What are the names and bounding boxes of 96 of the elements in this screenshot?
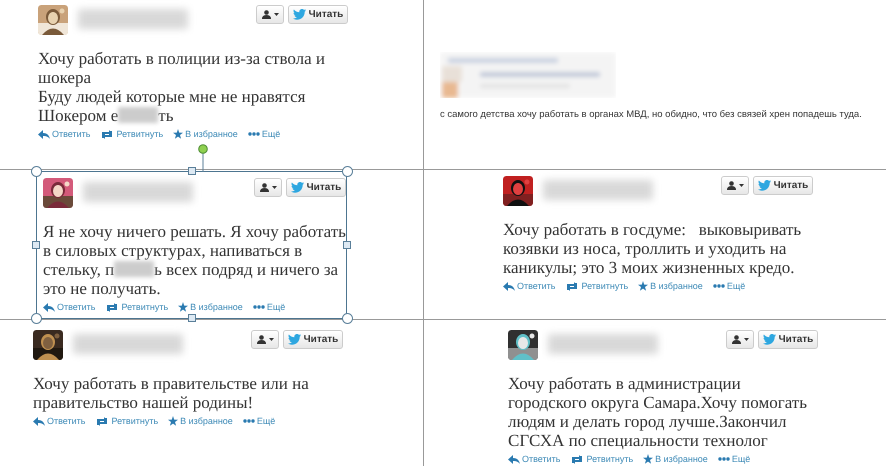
action-link[interactable]: Ретвитнуть <box>565 281 628 291</box>
caret-icon <box>272 186 276 189</box>
more-icon <box>712 284 725 288</box>
tweet-text: ть <box>158 106 174 125</box>
retweet-icon <box>105 302 120 312</box>
star-icon <box>643 454 654 464</box>
more-icon <box>252 305 265 309</box>
action-link[interactable]: Ответить <box>38 129 90 139</box>
tweet-text-line: СГСХА по специальности технолог <box>508 431 768 450</box>
action-link[interactable]: Ретвитнуть <box>570 454 634 464</box>
person-icon <box>262 10 270 19</box>
person-icon <box>260 183 268 192</box>
tweet-text-line: Хочу работать в полиции из-за ствола и <box>38 49 326 68</box>
follow-button[interactable]: Читать <box>283 330 343 349</box>
tweet-text-line: каникулы; это 3 моих жизненных кредо. <box>503 258 795 277</box>
star-icon <box>168 416 178 426</box>
tweet-text-line: это не получать. <box>43 279 161 298</box>
tweet-text-line: правительство нашей родины! <box>33 393 254 412</box>
action-link[interactable]: В избранное <box>643 454 708 464</box>
person-icon <box>732 335 740 344</box>
star-icon <box>638 281 648 291</box>
follow-button[interactable]: Читать <box>758 330 818 349</box>
follow-button[interactable]: Читать <box>753 176 813 195</box>
caret-icon <box>268 338 274 341</box>
censored-word <box>118 107 158 123</box>
action-link[interactable]: Ретвитнуть <box>105 302 168 312</box>
action-link[interactable]: Ответить <box>43 302 96 312</box>
more-icon <box>718 457 730 461</box>
action-link[interactable]: В избранное <box>178 302 243 312</box>
action-link[interactable]: Ответить <box>508 454 560 464</box>
resize-handle[interactable] <box>188 314 196 322</box>
action-link[interactable]: В избранное <box>168 416 233 426</box>
tweet-text-line: Хочу работать в администрации <box>508 374 741 393</box>
tweet-text-line: Хочу работать в правительстве или на <box>33 374 309 393</box>
user-menu-button[interactable] <box>254 178 282 197</box>
resize-handle[interactable] <box>188 167 196 175</box>
censored-word <box>114 261 154 277</box>
action-link[interactable]: Ответить <box>503 281 556 291</box>
post-text: с самого детства хочу работать в органах МВД, но обидно, что без связей хрен попадешь туда. <box>440 109 862 120</box>
retweet-icon <box>570 454 584 464</box>
user-menu-button[interactable] <box>251 330 279 349</box>
tweet-text-line: Хочу работать в госдуме: выковыривать <box>503 220 802 239</box>
resize-handle[interactable] <box>32 241 40 249</box>
follow-button[interactable]: Читать <box>288 5 348 24</box>
retweet-icon <box>100 130 114 138</box>
star-icon <box>173 129 184 139</box>
resize-handle[interactable] <box>343 241 351 249</box>
resize-handle[interactable] <box>31 313 42 324</box>
bird-icon <box>288 334 301 345</box>
user-menu-button[interactable] <box>256 5 284 24</box>
reply-icon <box>33 416 45 426</box>
rotate-handle[interactable] <box>198 144 208 172</box>
tweet-text: стельку, п <box>43 260 114 279</box>
tweet-text-line: людям и делать город лучше.Закончил <box>508 412 786 431</box>
more-icon <box>248 132 260 136</box>
tweet-text-line: городского округа Самара.Хочу помогать <box>508 393 807 412</box>
tweet-text-line: козявки из носа, троллить и уходить на <box>503 239 786 258</box>
reply-icon <box>503 282 515 290</box>
resize-handle[interactable] <box>342 166 353 177</box>
tweet-text: ь всех подряд и ничего за <box>154 260 338 279</box>
user-menu-button[interactable] <box>721 176 749 195</box>
follow-button[interactable]: Читать <box>286 178 346 197</box>
user-menu-button[interactable] <box>726 330 754 349</box>
action-link[interactable]: В избранное <box>173 129 238 139</box>
action-link[interactable]: В избранное <box>638 281 703 291</box>
caret-icon <box>738 184 744 187</box>
retweet-icon <box>95 416 110 426</box>
tweet-text-line: Я не хочу ничего решать. Я хочу работать <box>43 222 346 241</box>
action-link[interactable]: Ретвитнуть <box>95 416 158 426</box>
more-icon <box>242 419 255 423</box>
resize-handle[interactable] <box>342 313 353 324</box>
star-icon <box>178 302 188 312</box>
caret-icon <box>274 13 278 16</box>
tweet-text-line: в силовых структурах, напиваться в <box>43 241 302 260</box>
action-link[interactable]: Ещё <box>248 129 280 139</box>
bird-icon <box>758 180 771 191</box>
retweet-icon <box>565 282 580 290</box>
action-link[interactable]: Ответить <box>33 416 86 426</box>
reply-icon <box>43 302 55 312</box>
reply-icon <box>508 454 520 464</box>
person-icon <box>256 335 266 344</box>
bird-icon <box>292 9 306 20</box>
bird-icon <box>762 334 776 345</box>
action-link[interactable]: Ретвитнуть <box>100 129 164 139</box>
tweet-text-line: шокера <box>38 68 92 87</box>
caret-icon <box>744 338 748 341</box>
action-link[interactable]: Ещё <box>242 416 276 426</box>
resize-handle[interactable] <box>31 166 42 177</box>
action-link[interactable]: Ещё <box>712 281 746 291</box>
person-icon <box>726 181 736 190</box>
reply-icon <box>38 130 50 138</box>
action-link[interactable]: Ещё <box>718 454 750 464</box>
bird-icon <box>290 182 304 193</box>
tweet-text-line: Буду людей которые мне не нравятся <box>38 87 306 106</box>
tweet-text: Шокером е <box>38 106 118 125</box>
action-link[interactable]: Ещё <box>252 302 286 312</box>
